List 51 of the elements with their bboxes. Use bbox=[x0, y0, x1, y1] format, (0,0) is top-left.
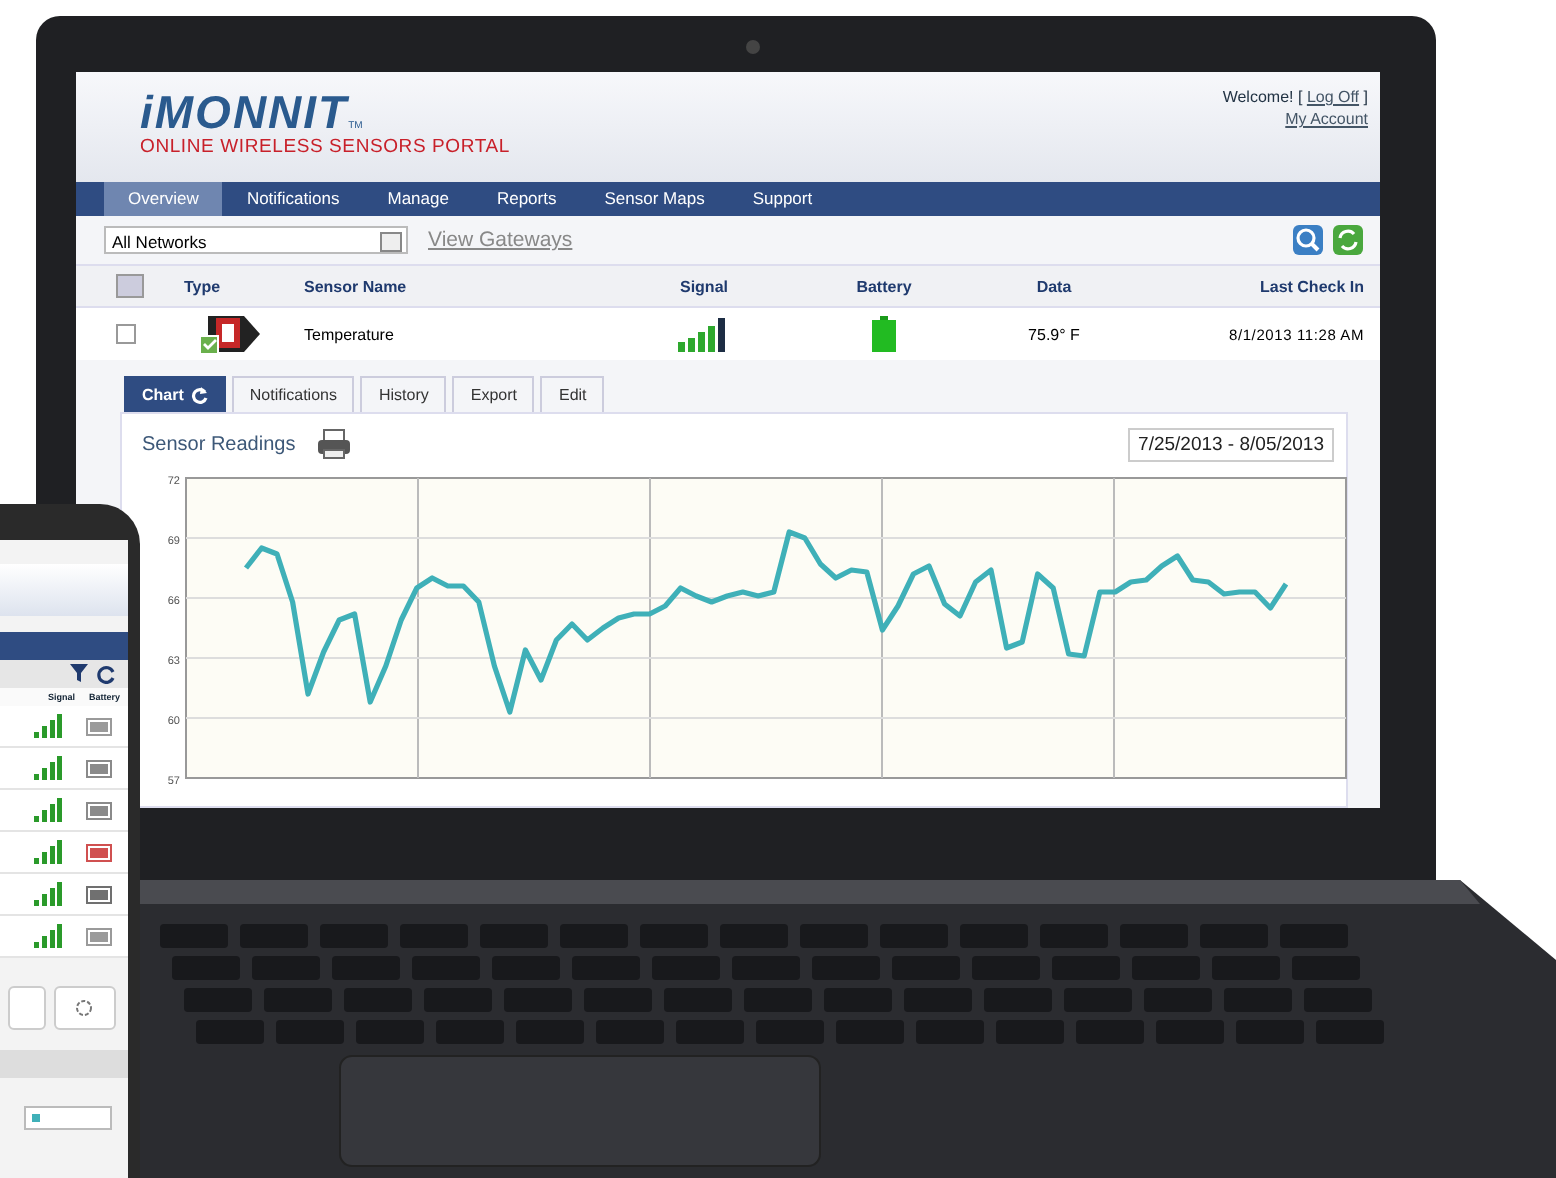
filter-icon[interactable] bbox=[70, 664, 88, 682]
detail-tab[interactable]: Edit bbox=[540, 376, 605, 412]
nav-tab[interactable]: Manage bbox=[363, 182, 473, 216]
welcome-text: Welcome! [ bbox=[1222, 88, 1303, 106]
phone-section-bar bbox=[0, 1050, 128, 1078]
network-dropdown[interactable]: All Networks bbox=[104, 226, 408, 254]
phone-header-bar bbox=[0, 564, 128, 616]
nav-tab[interactable]: Notifications bbox=[222, 182, 364, 216]
signal-strength-icon bbox=[34, 714, 62, 738]
select-all-checkbox[interactable] bbox=[116, 274, 144, 298]
nav-tab[interactable]: Reports bbox=[472, 182, 581, 216]
table-cell-text: 75.9° F bbox=[1026, 325, 1082, 343]
detail-tab[interactable]: Notifications bbox=[231, 376, 355, 412]
table-cell-text: Temperature bbox=[304, 325, 396, 343]
chart-legend bbox=[24, 1106, 112, 1130]
column-header: Last Check In bbox=[1257, 277, 1364, 295]
log-off-link[interactable]: Log Off bbox=[1306, 88, 1360, 106]
settings-icon bbox=[74, 998, 95, 1018]
signal-strength-icon bbox=[678, 316, 730, 352]
logo: iMONNIT bbox=[140, 88, 349, 136]
row-checkbox[interactable] bbox=[116, 324, 136, 344]
detail-tab[interactable]: Chart bbox=[124, 376, 226, 412]
date-range-field[interactable]: 7/25/2013 - 8/05/2013 bbox=[1128, 427, 1334, 461]
signal-strength-icon bbox=[34, 882, 62, 906]
battery-icon bbox=[872, 316, 896, 352]
portal-subtitle: ONLINE WIRELESS SENSORS PORTAL bbox=[140, 136, 510, 158]
refresh-icon[interactable] bbox=[96, 664, 116, 684]
nav-tab[interactable]: Overview bbox=[104, 182, 223, 216]
signal-strength-icon bbox=[34, 840, 62, 864]
column-header: Type bbox=[184, 277, 223, 295]
detail-tab[interactable]: Export bbox=[452, 376, 535, 412]
column-header: Signal bbox=[677, 277, 730, 295]
panel-title: Sensor Readings bbox=[142, 433, 296, 455]
camera-icon bbox=[746, 40, 760, 54]
column-header: Battery bbox=[854, 277, 914, 295]
phone-button[interactable] bbox=[8, 986, 46, 1030]
bracket-text: ] bbox=[1363, 88, 1368, 106]
trackpad[interactable] bbox=[339, 1055, 821, 1167]
signal-strength-icon bbox=[34, 924, 62, 948]
nav-tab[interactable]: Support bbox=[728, 182, 837, 216]
phone-nav-bar bbox=[0, 632, 128, 660]
signal-strength-icon bbox=[34, 798, 62, 822]
signal-strength-icon bbox=[34, 756, 62, 780]
settings-button[interactable] bbox=[53, 986, 116, 1030]
detail-tab[interactable]: History bbox=[360, 376, 447, 412]
column-header: Data bbox=[1034, 277, 1074, 295]
my-account-link[interactable]: My Account bbox=[1222, 110, 1368, 128]
search-icon[interactable] bbox=[1292, 224, 1324, 256]
nav-tab[interactable]: Sensor Maps bbox=[580, 182, 729, 216]
column-header: Sensor Name bbox=[304, 277, 409, 295]
printer-icon[interactable] bbox=[315, 428, 352, 460]
